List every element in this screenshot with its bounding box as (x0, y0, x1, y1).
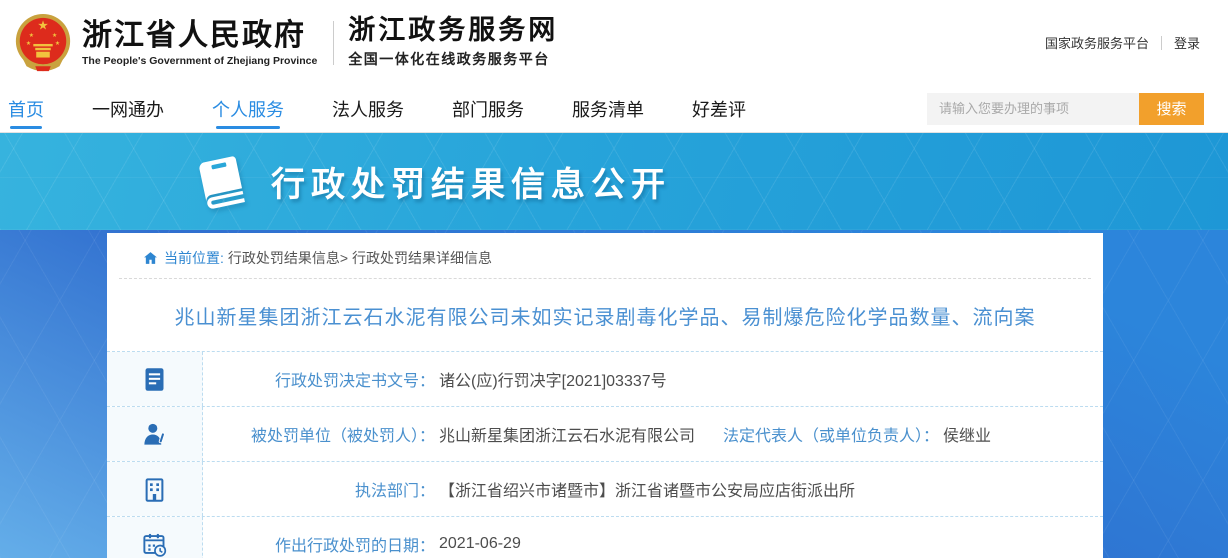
nav-item-department-services[interactable]: 部门服务 (452, 85, 524, 133)
field-label: 被处罚单位（被处罚人）： (203, 422, 435, 446)
home-icon (143, 251, 158, 265)
field-label: 执法部门： (203, 477, 435, 501)
nav-item-one-stop[interactable]: 一网通办 (92, 85, 164, 133)
header-link-separator (1161, 36, 1162, 50)
table-row: 执法部门： 【浙江省绍兴市诸暨市】浙江省诸暨市公安局应店街派出所 (107, 462, 1103, 517)
gov-name: 浙江省人民政府 (82, 19, 317, 52)
breadcrumb: 当前位置: 行政处罚结果信息> 行政处罚结果详细信息 (107, 233, 1103, 278)
field-label: 作出行政处罚的日期： (203, 532, 435, 556)
table-row: 行政处罚决定书文号： 诸公(应)行罚决字[2021]03337号 (107, 352, 1103, 407)
person-icon (141, 421, 168, 448)
search-input[interactable] (927, 93, 1139, 125)
case-title: 兆山新星集团浙江云石水泥有限公司未如实记录剧毒化学品、易制爆危险化学品数量、流向… (107, 279, 1103, 351)
site-header: ★ ★ ★ ★ ★ 浙江省人民政府 The People's Governmen… (0, 0, 1228, 85)
svg-text:★: ★ (37, 18, 48, 32)
page-background: 当前位置: 行政处罚结果信息> 行政处罚结果详细信息 兆山新星集团浙江云石水泥有… (0, 230, 1228, 558)
national-platform-link[interactable]: 国家政务服务平台 (1045, 33, 1149, 52)
gov-logo-text: 浙江省人民政府 The People's Government of Zheji… (82, 19, 317, 67)
search-button[interactable]: 搜索 (1139, 93, 1204, 125)
field-label: 法定代表人（或单位负责人）： (723, 422, 939, 446)
book-icon (193, 152, 249, 212)
gov-name-en: The People's Government of Zhejiang Prov… (82, 55, 317, 67)
field-value: 诸公(应)行罚决字[2021]03337号 (439, 367, 667, 391)
svg-text:★: ★ (55, 39, 60, 46)
table-row: 被处罚单位（被处罚人）： 兆山新星集团浙江云石水泥有限公司 法定代表人（或单位负… (107, 407, 1103, 462)
nav-item-home[interactable]: 首页 (8, 85, 44, 133)
building-icon (141, 476, 168, 503)
calendar-clock-icon (141, 531, 168, 558)
login-link[interactable]: 登录 (1174, 33, 1200, 52)
banner-title: 行政处罚结果信息公开 (271, 157, 671, 206)
site-subtitle: 全国一体化在线政务服务平台 (348, 49, 558, 69)
national-emblem-icon: ★ ★ ★ ★ ★ (12, 12, 74, 74)
content-card: 当前位置: 行政处罚结果信息> 行政处罚结果详细信息 兆山新星集团浙江云石水泥有… (107, 233, 1103, 558)
field-value: 兆山新星集团浙江云石水泥有限公司 (439, 422, 695, 446)
site-name: 浙江政务服务网 (348, 16, 558, 46)
site-logo-text: 浙江政务服务网 全国一体化在线政务服务平台 (348, 16, 558, 70)
nav-item-legal-person-services[interactable]: 法人服务 (332, 85, 404, 133)
nav-item-rating[interactable]: 好差评 (692, 85, 746, 133)
breadcrumb-prefix: 当前位置: (164, 248, 224, 268)
table-row: 作出行政处罚的日期： 2021-06-29 (107, 517, 1103, 558)
nav-item-personal-services[interactable]: 个人服务 (212, 85, 284, 133)
page-banner: 行政处罚结果信息公开 (0, 133, 1228, 230)
main-nav: 首页 一网通办 个人服务 法人服务 部门服务 服务清单 好差评 搜索 (0, 85, 1228, 133)
svg-text:★: ★ (26, 39, 31, 46)
document-icon (141, 366, 168, 393)
svg-text:★: ★ (52, 32, 57, 39)
nav-item-service-list[interactable]: 服务清单 (572, 85, 644, 133)
header-divider (333, 21, 334, 65)
case-info-table: 行政处罚决定书文号： 诸公(应)行罚决字[2021]03337号 被处罚单位（被… (107, 351, 1103, 558)
field-value: 【浙江省绍兴市诸暨市】浙江省诸暨市公安局应店街派出所 (439, 477, 855, 501)
field-value: 侯继业 (943, 422, 991, 446)
svg-text:★: ★ (29, 32, 34, 39)
field-value: 2021-06-29 (439, 535, 521, 553)
breadcrumb-path[interactable]: 行政处罚结果信息> 行政处罚结果详细信息 (228, 248, 492, 268)
field-label: 行政处罚决定书文号： (203, 367, 435, 391)
